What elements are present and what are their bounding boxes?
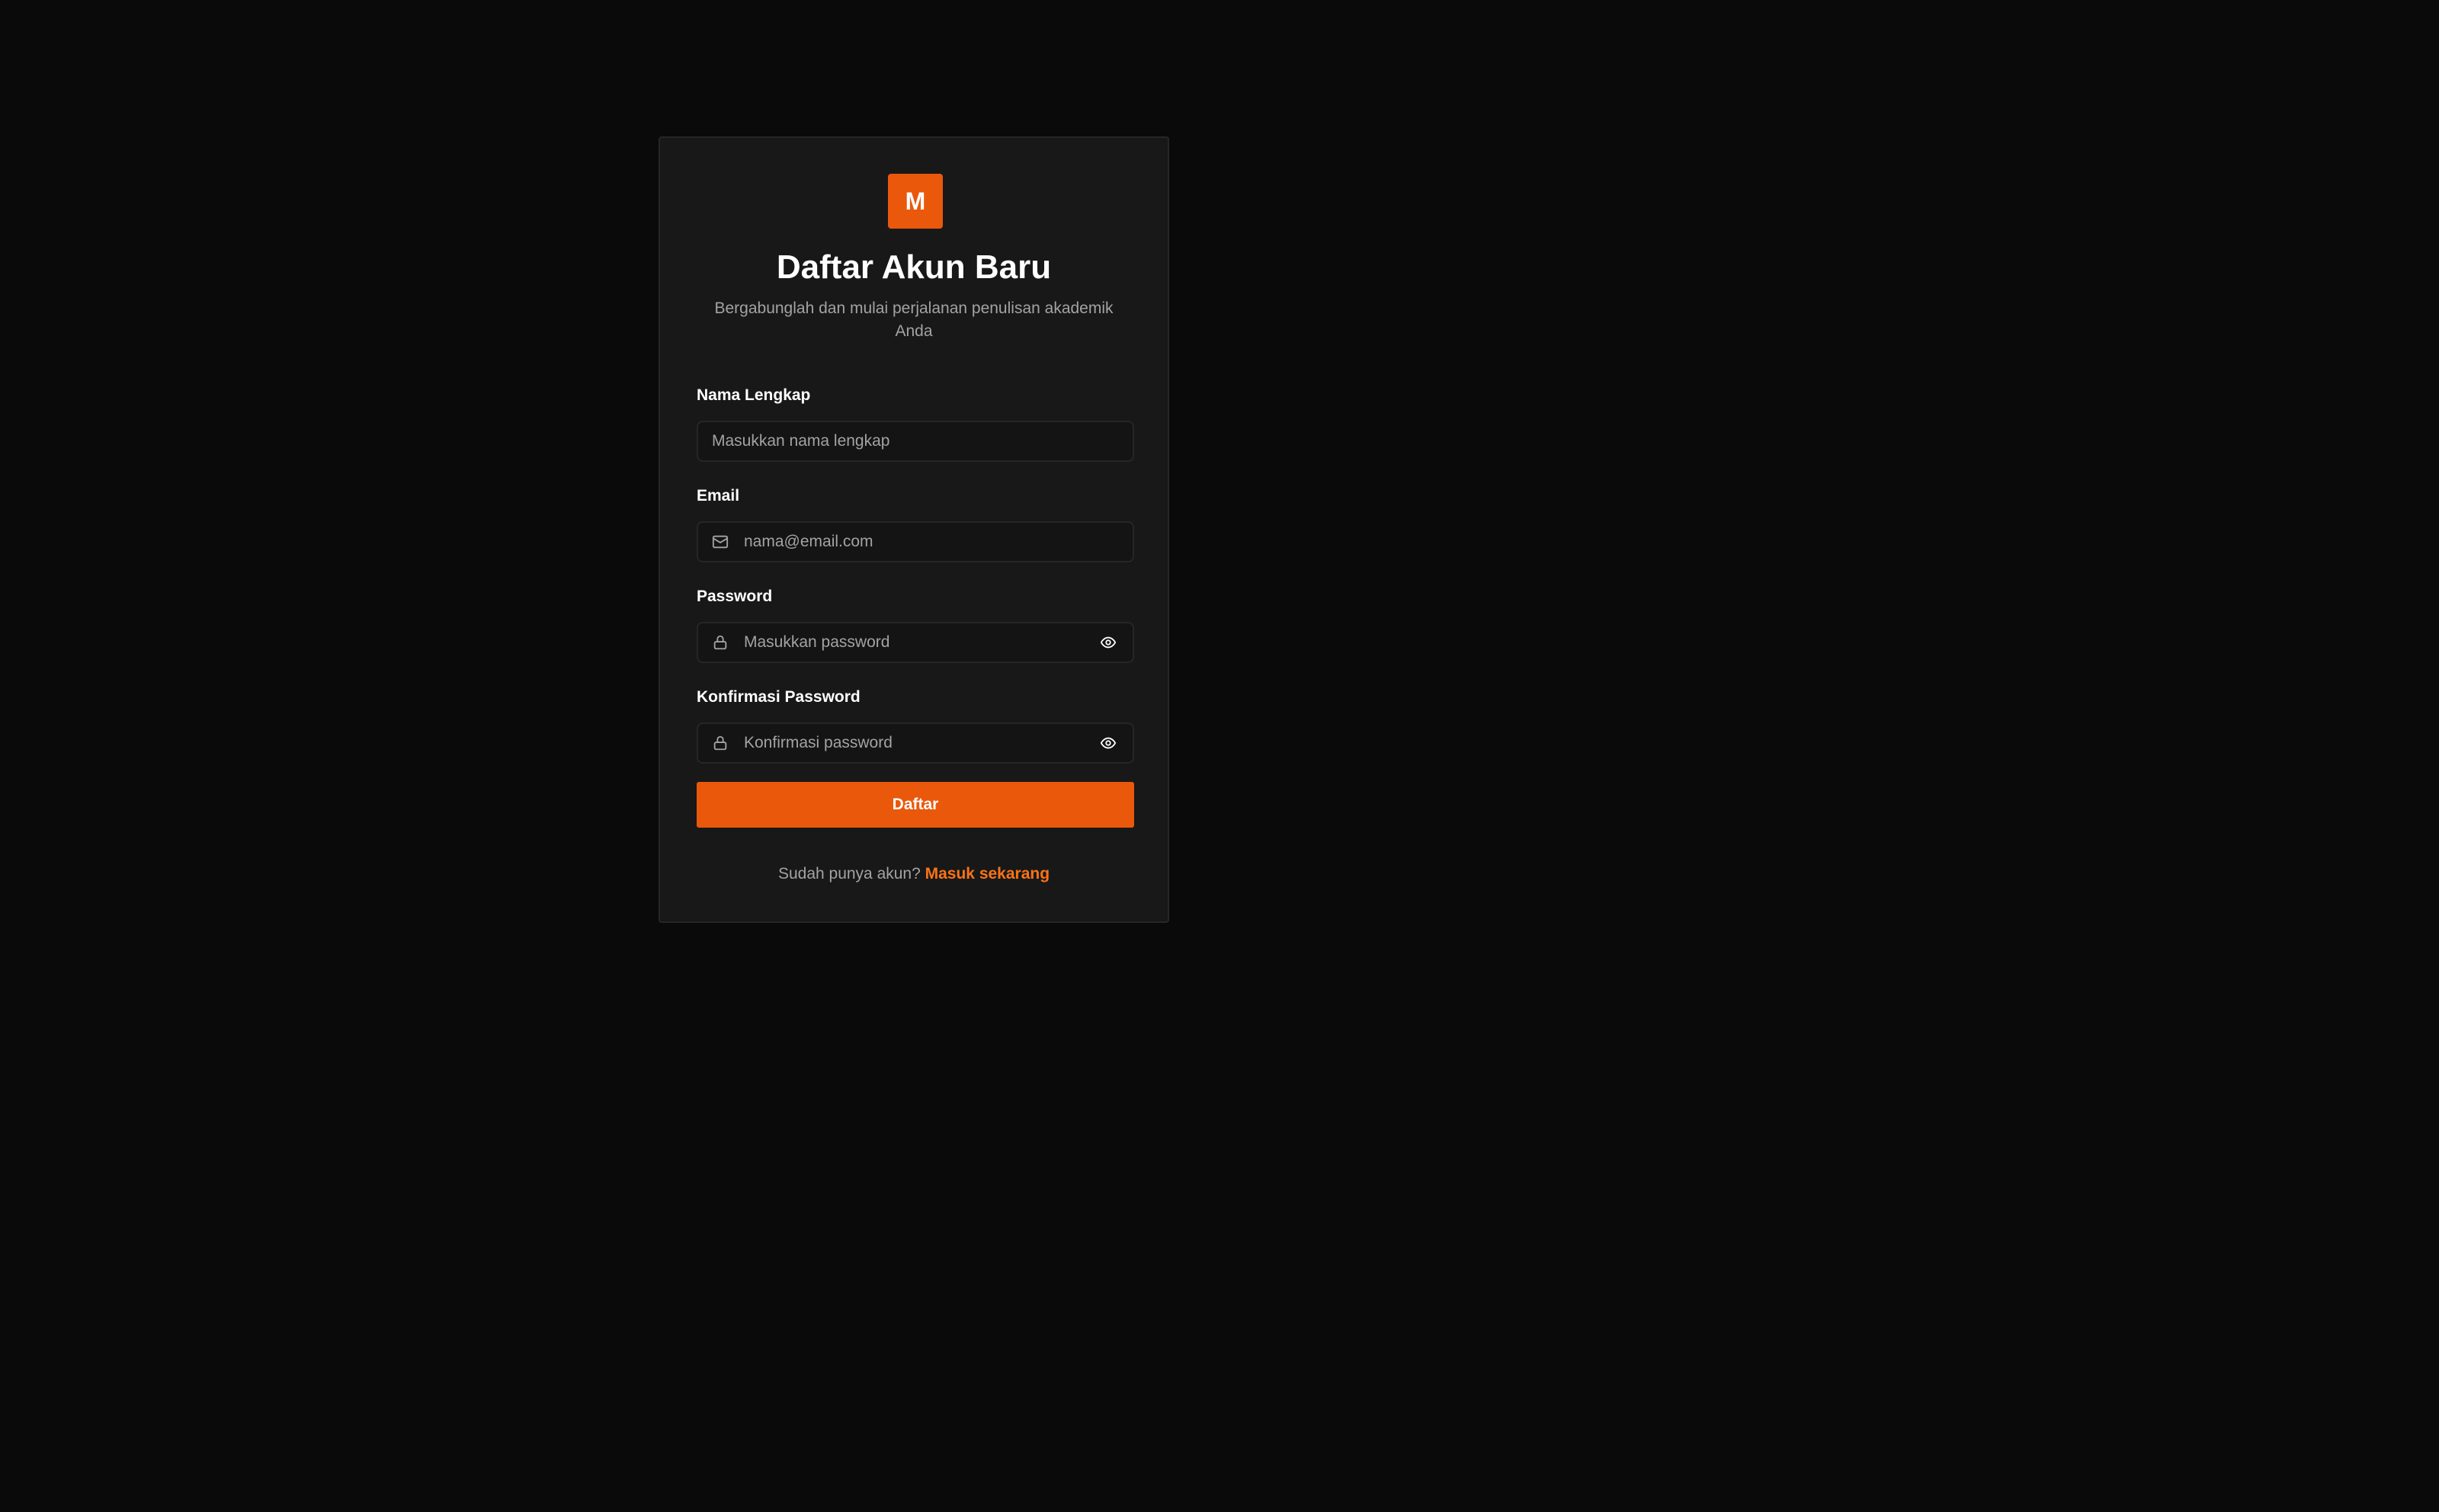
confirm-password-label: Konfirmasi Password	[697, 688, 861, 706]
email-label: Email	[697, 487, 740, 505]
full-name-input[interactable]	[712, 422, 1120, 460]
register-button[interactable]: Daftar	[697, 782, 1134, 828]
login-prompt-text: Sudah punya akun?	[777, 865, 921, 883]
email-input[interactable]	[744, 523, 1120, 561]
email-field-wrapper	[697, 521, 1134, 562]
full-name-label: Nama Lengkap	[697, 386, 811, 404]
register-card: M Daftar Akun Baru Bergabunglah dan mula…	[659, 136, 1169, 923]
lock-icon	[712, 634, 729, 651]
logo-letter: M	[905, 187, 926, 215]
full-name-field-wrapper	[697, 421, 1134, 462]
password-input[interactable]	[744, 623, 1079, 662]
page-subtitle: Bergabunglah dan mulai perjalanan penuli…	[714, 300, 1114, 340]
password-label: Password	[697, 588, 773, 605]
eye-icon[interactable]	[1099, 735, 1117, 751]
lock-icon	[712, 735, 729, 751]
page-title: Daftar Akun Baru	[776, 248, 1052, 286]
eye-icon[interactable]	[1099, 634, 1117, 651]
password-field-wrapper	[697, 622, 1134, 663]
confirm-password-input[interactable]	[744, 724, 1079, 762]
mail-icon	[712, 533, 729, 550]
login-link[interactable]: Masuk sekarang	[925, 865, 1050, 883]
confirm-password-field-wrapper	[697, 722, 1134, 764]
brand-logo: M	[888, 174, 943, 229]
login-prompt: Sudah punya akun? Masuk sekarang	[660, 863, 1168, 885]
